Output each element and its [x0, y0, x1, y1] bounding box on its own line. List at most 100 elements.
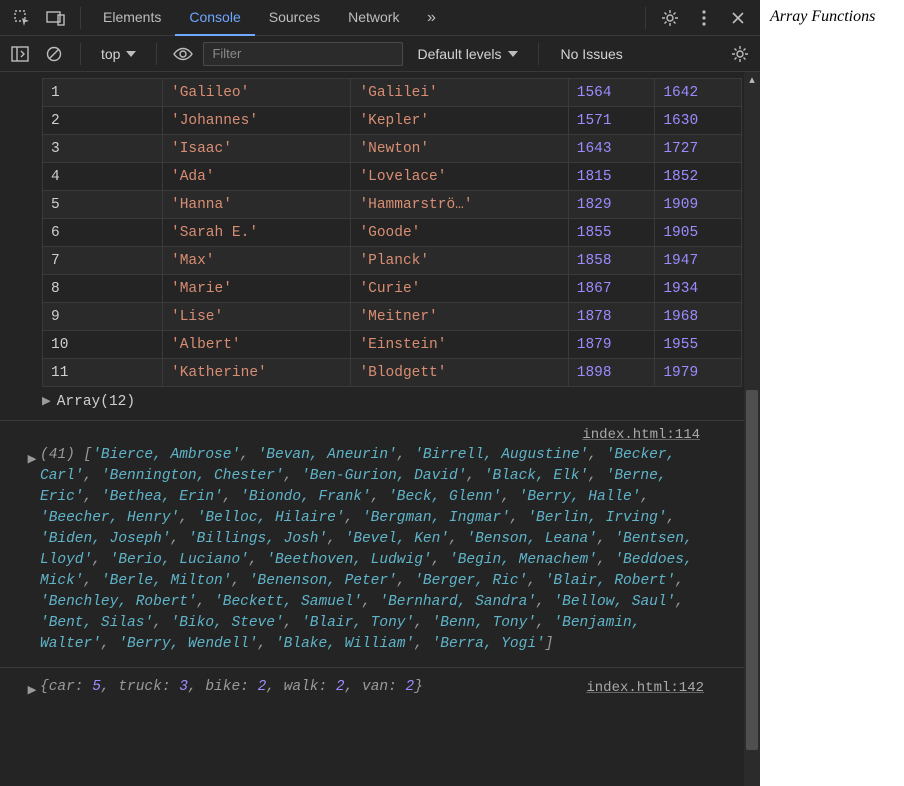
scrollbar-thumb[interactable] — [746, 390, 758, 750]
cell-died: 1905 — [655, 219, 742, 247]
console-log-object[interactable]: {car: 5, truck: 3, bike: 2, walk: 2, van… — [40, 677, 586, 698]
cell-last: 'Meitner' — [351, 303, 568, 331]
issues-indicator[interactable]: No Issues — [551, 46, 633, 62]
expand-triangle-icon[interactable]: ▶ — [24, 445, 40, 468]
console-output: 1'Galileo''Galilei'156416422'Johannes''K… — [0, 72, 760, 786]
close-devtools-icon[interactable] — [722, 0, 754, 36]
cell-first: 'Albert' — [163, 331, 351, 359]
cell-born: 1643 — [568, 135, 655, 163]
device-toolbar-icon[interactable] — [40, 0, 72, 36]
cell-first: 'Marie' — [163, 275, 351, 303]
cell-died: 1727 — [655, 135, 742, 163]
settings-icon[interactable] — [654, 0, 686, 36]
cell-born: 1855 — [568, 219, 655, 247]
cell-born: 1867 — [568, 275, 655, 303]
separator — [538, 43, 539, 65]
console-log-array[interactable]: (41) ['Bierce, Ambrose', 'Bevan, Aneurin… — [40, 445, 704, 655]
tab-elements[interactable]: Elements — [89, 0, 175, 36]
chevron-down-icon — [508, 51, 518, 57]
separator — [80, 7, 81, 29]
clear-console-icon[interactable] — [40, 40, 68, 68]
console-table: 1'Galileo''Galilei'156416422'Johannes''K… — [42, 78, 742, 387]
row-index: 7 — [43, 247, 163, 275]
row-index: 5 — [43, 191, 163, 219]
separator — [80, 43, 81, 65]
execution-context-dropdown[interactable]: top — [93, 44, 144, 64]
table-row: 10'Albert''Einstein'18791955 — [43, 331, 742, 359]
table-row: 1'Galileo''Galilei'15641642 — [43, 79, 742, 107]
scroll-up-icon[interactable]: ▴ — [744, 72, 760, 88]
cell-last: 'Blodgett' — [351, 359, 568, 387]
table-row: 5'Hanna''Hammarströ…'18291909 — [43, 191, 742, 219]
execution-context-label: top — [101, 46, 120, 62]
tab-console[interactable]: Console — [175, 0, 254, 36]
source-link[interactable]: index.html:142 — [586, 680, 704, 696]
table-row: 6'Sarah E.''Goode'18551905 — [43, 219, 742, 247]
cell-last: 'Galilei' — [351, 79, 568, 107]
row-index: 9 — [43, 303, 163, 331]
console-toolbar: top Default levels No Issues — [0, 36, 760, 72]
chevron-down-icon — [126, 51, 136, 57]
table-row: 4'Ada''Lovelace'18151852 — [43, 163, 742, 191]
row-index: 2 — [43, 107, 163, 135]
cell-first: 'Johannes' — [163, 107, 351, 135]
console-filter-input[interactable] — [203, 42, 403, 66]
expand-triangle-icon[interactable]: ▶ — [24, 676, 40, 699]
row-index: 4 — [43, 163, 163, 191]
tab-sources[interactable]: Sources — [255, 0, 334, 36]
scrollbar-track[interactable] — [744, 72, 760, 786]
cell-first: 'Katherine' — [163, 359, 351, 387]
expand-triangle-icon[interactable]: ▶ — [42, 393, 51, 410]
cell-last: 'Planck' — [351, 247, 568, 275]
cell-born: 1829 — [568, 191, 655, 219]
table-row: 9'Lise''Meitner'18781968 — [43, 303, 742, 331]
cell-first: 'Isaac' — [163, 135, 351, 163]
table-row: 8'Marie''Curie'18671934 — [43, 275, 742, 303]
cell-born: 1898 — [568, 359, 655, 387]
cell-first: 'Ada' — [163, 163, 351, 191]
kebab-menu-icon[interactable] — [688, 0, 720, 36]
cell-born: 1815 — [568, 163, 655, 191]
source-link[interactable]: index.html:114 — [0, 427, 760, 443]
cell-died: 1642 — [655, 79, 742, 107]
panel-tabs: ElementsConsoleSourcesNetwork — [89, 0, 413, 36]
separator — [645, 7, 646, 29]
cell-born: 1564 — [568, 79, 655, 107]
row-index: 8 — [43, 275, 163, 303]
console-array-summary[interactable]: ▶ Array(12) — [42, 393, 760, 410]
separator — [156, 43, 157, 65]
more-tabs-icon[interactable]: » — [415, 0, 447, 36]
cell-last: 'Goode' — [351, 219, 568, 247]
tab-network[interactable]: Network — [334, 0, 413, 36]
cell-died: 1968 — [655, 303, 742, 331]
devtools-tabbar: ElementsConsoleSourcesNetwork » — [0, 0, 760, 36]
log-levels-label: Default levels — [417, 46, 501, 62]
row-index: 1 — [43, 79, 163, 107]
cell-born: 1879 — [568, 331, 655, 359]
cell-died: 1955 — [655, 331, 742, 359]
cell-last: 'Hammarströ…' — [351, 191, 568, 219]
cell-died: 1909 — [655, 191, 742, 219]
cell-died: 1852 — [655, 163, 742, 191]
inspect-element-icon[interactable] — [6, 0, 38, 36]
cell-last: 'Einstein' — [351, 331, 568, 359]
array-summary-text: Array(12) — [57, 394, 135, 410]
row-index: 3 — [43, 135, 163, 163]
toggle-sidebar-icon[interactable] — [6, 40, 34, 68]
page-title: Array Functions — [770, 8, 894, 26]
cell-born: 1858 — [568, 247, 655, 275]
cell-died: 1947 — [655, 247, 742, 275]
cell-last: 'Newton' — [351, 135, 568, 163]
cell-died: 1630 — [655, 107, 742, 135]
cell-first: 'Max' — [163, 247, 351, 275]
page-content: Array Functions — [760, 0, 904, 786]
cell-first: 'Sarah E.' — [163, 219, 351, 247]
row-index: 11 — [43, 359, 163, 387]
console-settings-icon[interactable] — [726, 40, 754, 68]
table-row: 11'Katherine''Blodgett'18981979 — [43, 359, 742, 387]
cell-first: 'Galileo' — [163, 79, 351, 107]
live-expression-icon[interactable] — [169, 40, 197, 68]
log-levels-dropdown[interactable]: Default levels — [409, 44, 525, 64]
row-index: 10 — [43, 331, 163, 359]
row-index: 6 — [43, 219, 163, 247]
